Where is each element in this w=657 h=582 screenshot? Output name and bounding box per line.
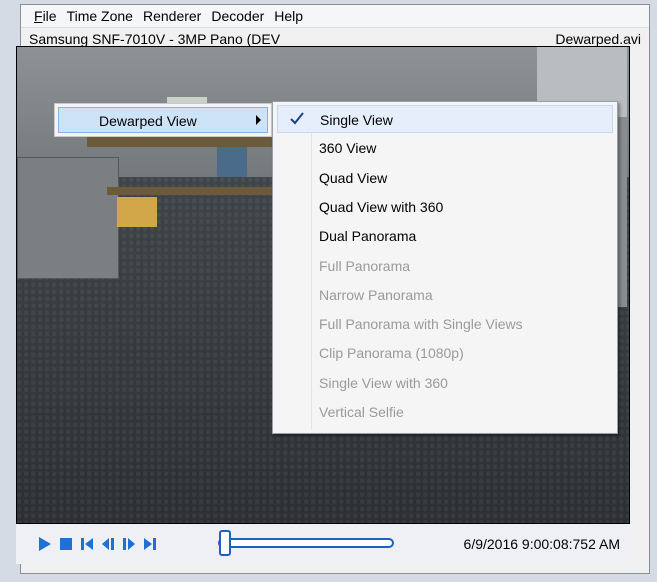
menu-file-accelerator: F xyxy=(34,8,43,24)
menu-decoder-label: Decoder xyxy=(211,8,265,24)
submenu-item: Full Panorama xyxy=(277,252,613,280)
submenu-item[interactable]: Dual Panorama xyxy=(277,222,613,250)
seek-track[interactable] xyxy=(218,538,394,548)
menu-time-zone[interactable]: Time Zone xyxy=(62,5,138,27)
submenu-item: Single View with 360 xyxy=(277,369,613,397)
step-back-icon xyxy=(102,538,114,550)
step-forward-icon xyxy=(123,538,135,550)
play-button[interactable] xyxy=(38,536,52,552)
submenu-arrow-icon xyxy=(256,115,261,125)
menu-decoder[interactable]: Decoder xyxy=(206,5,269,27)
camera-name: Samsung SNF-7010V - 3MP Pano (DEV xyxy=(29,31,281,47)
seek-thumb[interactable] xyxy=(219,530,232,556)
skip-forward-icon xyxy=(144,538,156,550)
step-back-button[interactable] xyxy=(101,536,115,552)
submenu-item[interactable]: 360 View xyxy=(277,134,613,162)
file-cabinet xyxy=(17,157,119,279)
menu-help[interactable]: Help xyxy=(269,5,308,27)
submenu-item-label: Full Panorama xyxy=(319,257,411,274)
playback-controls: 6/9/2016 9:00:08:752 AM xyxy=(16,524,628,564)
shelf xyxy=(87,137,287,147)
checkmark-icon xyxy=(290,112,304,125)
menu-renderer-label: Renderer xyxy=(142,8,202,24)
office-object xyxy=(117,197,157,227)
stop-icon xyxy=(60,538,72,550)
menu-file-label: ile xyxy=(42,8,57,24)
timestamp: 6/9/2016 9:00:08:752 AM xyxy=(463,536,620,552)
dewarped-view-submenu: Single View 360 View Quad View Quad View wi… xyxy=(272,101,618,434)
submenu-item-label: Single View with 360 xyxy=(319,374,448,391)
menu-file[interactable]: File xyxy=(29,5,62,27)
submenu-item: Vertical Selfie xyxy=(277,398,613,426)
menu-help-label: Help xyxy=(274,8,304,24)
stop-button[interactable] xyxy=(59,536,73,552)
step-forward-button[interactable] xyxy=(122,536,136,552)
skip-back-icon xyxy=(81,538,93,550)
submenu-item-label: 360 View xyxy=(319,140,377,157)
submenu-item[interactable]: Quad View with 360 xyxy=(277,193,613,221)
dewarped-view-label: Dewarped View xyxy=(99,113,197,129)
submenu-item[interactable]: Quad View xyxy=(277,164,613,192)
submenu-item-label: Quad View with 360 xyxy=(319,198,444,215)
menu-time-zone-label: Time Zone xyxy=(66,8,133,24)
submenu-item: Full Panorama with Single Views xyxy=(277,310,613,338)
submenu-item-label: Vertical Selfie xyxy=(319,404,404,420)
submenu-item-label: Single View xyxy=(320,112,393,128)
file-name: Dewarped.avi xyxy=(555,31,641,47)
submenu-item: Narrow Panorama xyxy=(277,281,613,309)
office-object xyxy=(217,147,247,177)
submenu-item-label: Quad View xyxy=(319,169,388,186)
skip-to-end-button[interactable] xyxy=(143,536,157,552)
submenu-item: Clip Panorama (1080p) xyxy=(277,339,613,367)
submenu-item-label: Narrow Panorama xyxy=(319,286,433,303)
submenu-item-label: Full Panorama with Single Views xyxy=(319,316,523,333)
submenu-item-label: Dual Panorama xyxy=(319,228,417,245)
submenu-item-label: Clip Panorama (1080p) xyxy=(319,345,464,362)
menu-renderer[interactable]: Renderer xyxy=(138,5,206,27)
context-menu-dewarped-view[interactable]: Dewarped View xyxy=(54,103,272,137)
skip-to-start-button[interactable] xyxy=(80,536,94,552)
submenu-item[interactable]: Single View xyxy=(277,105,613,133)
shelf xyxy=(107,187,287,195)
menu-bar: File Time Zone Renderer Decoder Help xyxy=(21,5,649,28)
play-icon xyxy=(39,537,51,551)
